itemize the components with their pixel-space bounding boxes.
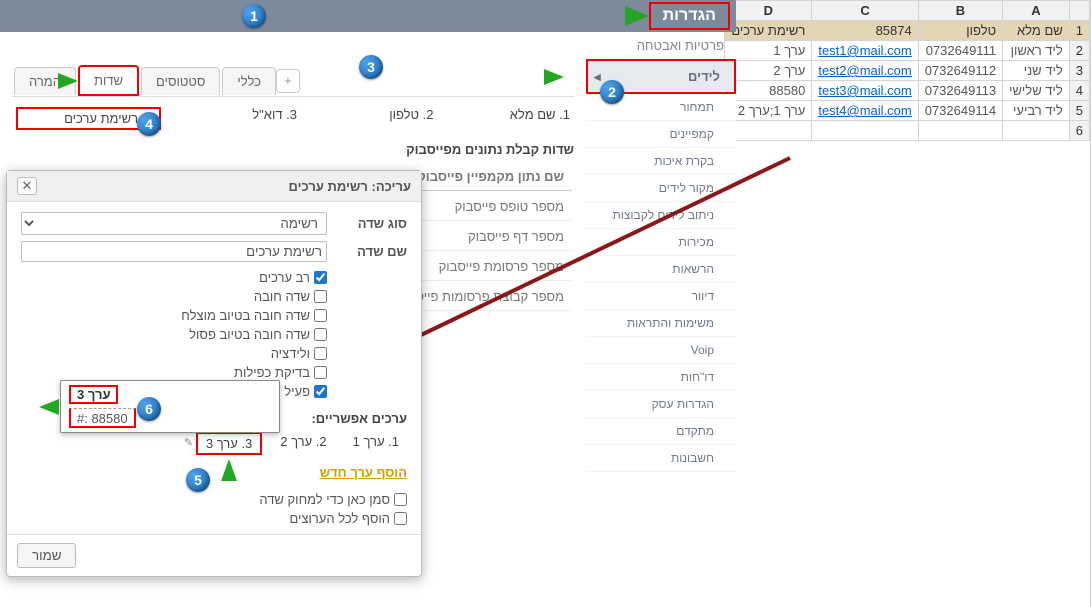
field-type-label: סוג שדה: [327, 216, 407, 231]
chk-req-fail[interactable]: [314, 328, 327, 341]
cell[interactable]: [725, 121, 812, 141]
excel-header[interactable]: שם מלא: [1003, 21, 1070, 41]
cell[interactable]: test1@mail.com: [812, 41, 918, 61]
step-1-icon: 1: [242, 4, 266, 28]
add-tab-button[interactable]: +: [276, 69, 300, 93]
excel-header[interactable]: רשימת ערכים: [725, 21, 812, 41]
chk-required[interactable]: [314, 290, 327, 303]
sidebar-sub[interactable]: מכירות: [586, 229, 736, 256]
step-6-icon: 6: [137, 397, 161, 421]
app-header: הגדרות: [0, 0, 736, 32]
sidebar-sub[interactable]: חשבונות: [586, 445, 736, 472]
chk-delete[interactable]: [394, 493, 407, 506]
cell[interactable]: ליד רביעי: [1003, 101, 1070, 121]
step-5-icon: 5: [186, 468, 210, 492]
sidebar-sub[interactable]: קמפיינים: [586, 121, 736, 148]
cell[interactable]: [812, 121, 918, 141]
excel-col-C[interactable]: C: [812, 1, 918, 21]
field-name-label: שם שדה: [327, 244, 407, 259]
field-columns-header: 1. שם מלא 2. טלפון 3. דוא"ל 4. רשימת ערכ…: [12, 96, 574, 134]
chk-validation[interactable]: [314, 347, 327, 360]
excel-col-B[interactable]: B: [918, 1, 1002, 21]
cell[interactable]: 0732649114: [918, 101, 1002, 121]
cell[interactable]: ליד שני: [1003, 61, 1070, 81]
step-3-icon: 3: [359, 55, 383, 79]
value-item[interactable]: 2. ערך 2: [272, 432, 334, 455]
tab-fields[interactable]: שדות: [78, 65, 139, 96]
email-link[interactable]: test3@mail.com: [818, 83, 911, 98]
tabs: + כללי סטטוסים שדות המרה: [12, 65, 574, 96]
edit-field-dialog: עריכה: רשימת ערכים ✕ סוג שדה רשימה שם שד…: [6, 170, 422, 577]
value-item[interactable]: 1. ערך 1: [345, 432, 407, 455]
save-button[interactable]: שמור: [17, 543, 76, 568]
cell[interactable]: test2@mail.com: [812, 61, 918, 81]
cell[interactable]: [918, 121, 1002, 141]
step-4-icon: 4: [137, 112, 161, 136]
excel-header[interactable]: 85874: [812, 21, 918, 41]
chk-req-success[interactable]: [314, 309, 327, 322]
chk-multi[interactable]: [314, 271, 327, 284]
chk-active[interactable]: [314, 385, 327, 398]
excel-col-D[interactable]: D: [725, 1, 812, 21]
cell[interactable]: ערך 1: [725, 41, 812, 61]
sidebar-sub[interactable]: ‏מקור לידים: [586, 175, 736, 202]
step-2-icon: 2: [600, 80, 624, 104]
sidebar-sub[interactable]: דו"חות: [586, 364, 736, 391]
settings-sidebar: לידים תמחור קמפיינים בקרת איכות ‏מקור לי…: [586, 59, 736, 607]
cell[interactable]: ליד ראשון: [1003, 41, 1070, 61]
tab-general[interactable]: כללי: [222, 67, 276, 95]
app-panel: הגדרות פרטיות ואבטחה לידים תמחור קמפייני…: [0, 0, 736, 607]
sidebar-sub[interactable]: הגדרות עסק: [586, 391, 736, 418]
email-link[interactable]: test1@mail.com: [818, 43, 911, 58]
sidebar-sub[interactable]: בקרת איכות: [586, 148, 736, 175]
cell[interactable]: ליד שלישי: [1003, 81, 1070, 101]
field-col[interactable]: 2. טלפון: [305, 107, 434, 130]
value-item-3[interactable]: ✎ 3. ערך 3: [196, 432, 262, 455]
field-name-input[interactable]: [21, 241, 327, 262]
sidebar-sub[interactable]: דיוור: [586, 283, 736, 310]
field-col[interactable]: 1. שם מלא: [442, 107, 571, 130]
fb-section-title: שדות קבלת נתונים מפייסבוק: [12, 142, 574, 157]
excel-preview: A B C D 1 שם מלא טלפון 85874 רשימת ערכים…: [736, 0, 1091, 607]
sidebar-sub[interactable]: מתקדם: [586, 418, 736, 445]
add-value-link[interactable]: הוסף ערך חדש: [320, 465, 407, 480]
tab-statuses[interactable]: סטטוסים: [141, 67, 220, 95]
cell[interactable]: test4@mail.com: [812, 101, 918, 121]
sidebar-sub[interactable]: משימות והתראות: [586, 310, 736, 337]
page-title: הגדרות: [649, 2, 730, 30]
cell[interactable]: ערך 2: [725, 61, 812, 81]
dialog-title: עריכה: רשימת ערכים: [289, 179, 411, 194]
pencil-icon[interactable]: ✎: [184, 436, 193, 449]
close-icon[interactable]: ✕: [17, 177, 37, 195]
sidebar-sub[interactable]: Voip: [586, 337, 736, 364]
cell[interactable]: [1003, 121, 1070, 141]
chk-dup[interactable]: [314, 366, 327, 379]
field-type-select[interactable]: רשימה: [21, 212, 327, 235]
field-col[interactable]: 3. דוא"ל: [169, 107, 298, 130]
cell[interactable]: 88580: [725, 81, 812, 101]
cell[interactable]: test3@mail.com: [812, 81, 918, 101]
cell[interactable]: 0732649113: [918, 81, 1002, 101]
excel-header[interactable]: טלפון: [918, 21, 1002, 41]
excel-col-A[interactable]: A: [1003, 1, 1070, 21]
cell[interactable]: 0732649112: [918, 61, 1002, 81]
sidebar-sub[interactable]: הרשאות: [586, 256, 736, 283]
email-link[interactable]: test4@mail.com: [818, 103, 911, 118]
sidebar-sub[interactable]: ניתוב לידים לקבוצות: [586, 202, 736, 229]
tooltip-value-name: ערך 3: [69, 385, 118, 404]
chk-addall[interactable]: [394, 512, 407, 525]
cell[interactable]: 0732649111: [918, 41, 1002, 61]
cell[interactable]: ערך 1;ערך 2: [725, 101, 812, 121]
value-tooltip: ערך 3 #: 88580: [60, 380, 280, 433]
email-link[interactable]: test2@mail.com: [818, 63, 911, 78]
tooltip-value-id: #: 88580: [69, 408, 136, 428]
